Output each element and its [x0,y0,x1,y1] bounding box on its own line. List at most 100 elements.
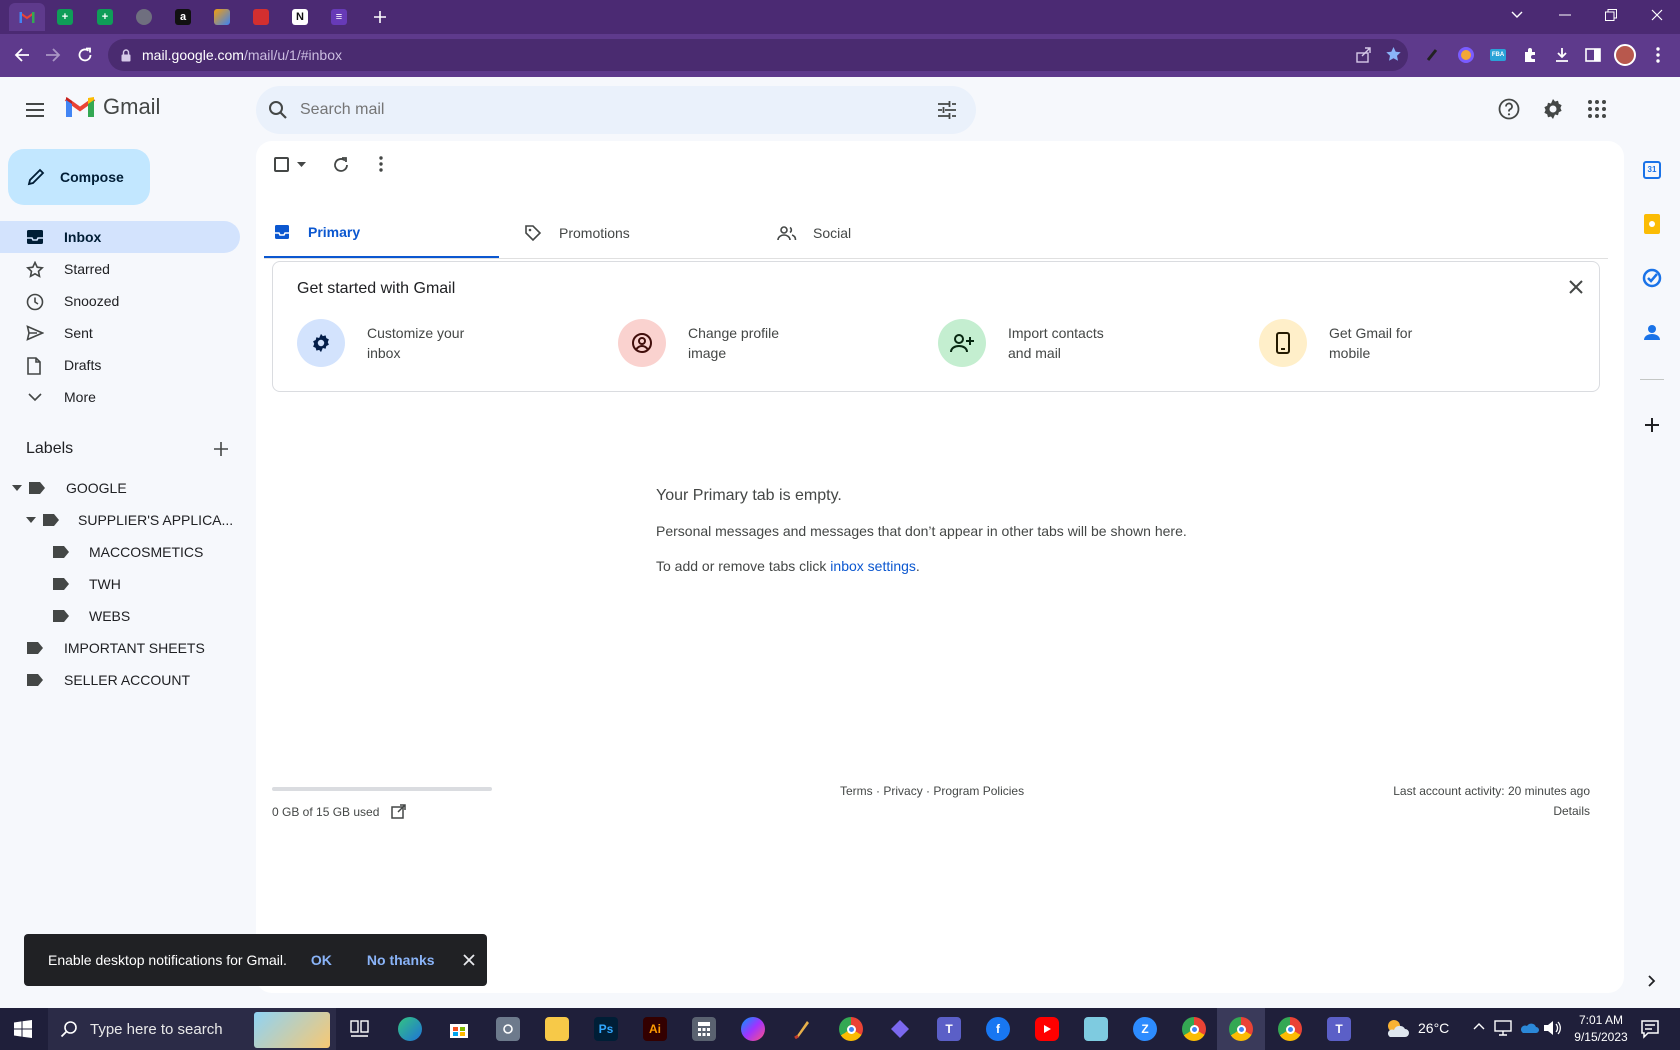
tab-amazon[interactable]: a [165,3,201,31]
side-panel-icon[interactable] [1581,43,1605,67]
caret-down-icon[interactable] [12,485,22,491]
reload-button[interactable] [70,40,100,70]
bookmark-star-icon[interactable] [1385,46,1402,63]
dismiss-get-started-button[interactable] [1568,279,1584,295]
facebook-icon[interactable]: f [986,1017,1010,1041]
close-window-button[interactable] [1634,0,1680,30]
tab-forms[interactable]: ≡ [321,3,357,31]
messenger-icon[interactable] [741,1017,765,1041]
hide-side-panel-button[interactable] [1640,969,1664,993]
sidebar-item-drafts[interactable]: Drafts [0,349,240,381]
calendar-icon[interactable]: 31 [1640,158,1664,182]
back-button[interactable] [7,40,37,70]
inbox-settings-link[interactable]: inbox settings [830,558,916,574]
tasks-icon[interactable] [1640,266,1664,290]
refresh-button[interactable] [332,156,350,174]
photoshop-icon[interactable]: Ps [594,1017,618,1041]
share-icon[interactable] [1356,47,1372,63]
tab-app-2[interactable] [243,3,279,31]
notification-center-button[interactable] [1640,1019,1660,1039]
details-link[interactable]: Details [1486,804,1590,818]
support-button[interactable] [1497,97,1521,121]
compose-button[interactable]: Compose [8,149,150,205]
forward-button[interactable] [38,40,68,70]
sidebar-item-starred[interactable]: Starred [0,253,240,285]
select-all-checkbox[interactable] [274,157,289,172]
search-bar[interactable] [256,86,976,134]
caret-down-icon[interactable] [26,517,36,523]
calculator-icon[interactable] [692,1017,716,1041]
paint-icon[interactable] [790,1017,814,1041]
search-input[interactable] [300,98,860,122]
close-icon[interactable] [462,954,475,966]
chrome-icon[interactable] [1182,1017,1206,1041]
start-button[interactable] [14,1020,32,1038]
tab-promotions[interactable]: Promotions [516,207,751,259]
label-twh[interactable]: TWH [52,569,121,599]
keep-icon[interactable] [1640,212,1664,236]
browser-menu-icon[interactable] [1646,43,1670,67]
teams-icon[interactable]: T [1327,1017,1351,1041]
chrome-icon[interactable] [839,1017,863,1041]
open-in-new-icon[interactable] [391,804,407,819]
label-important-sheets[interactable]: IMPORTANT SHEETS [26,633,205,663]
camera-icon[interactable] [496,1017,520,1041]
sidebar-item-inbox[interactable]: Inbox [0,221,240,253]
weather-widget[interactable]: 26°C [1384,1017,1449,1039]
snackbar-ok-button[interactable]: OK [311,952,332,968]
edge-icon[interactable] [398,1017,422,1041]
program-policies-link[interactable]: Program Policies [933,784,1024,798]
network-icon[interactable] [1494,1020,1512,1036]
notepad-icon[interactable] [1084,1017,1108,1041]
chrome-icon[interactable] [1229,1017,1253,1041]
extension-circle-icon[interactable] [1454,43,1478,67]
taskbar-clock[interactable]: 7:01 AM 9/15/2023 [1567,1012,1635,1046]
tab-app-1[interactable] [204,3,240,31]
explorer-icon[interactable] [545,1017,569,1041]
browser-profile-avatar[interactable] [1613,43,1637,67]
tab-search-button[interactable] [1494,0,1540,30]
zoom-icon[interactable]: Z [1133,1017,1157,1041]
privacy-link[interactable]: Privacy [883,784,922,798]
change-profile-image-item[interactable]: Change profile image [618,318,838,368]
more-actions-button[interactable] [379,156,383,172]
get-addons-button[interactable] [1640,413,1664,437]
tab-gmail[interactable] [9,3,45,31]
label-webs[interactable]: WEBS [52,601,130,631]
gmail-mobile-item[interactable]: Get Gmail for mobile [1259,318,1479,368]
address-bar[interactable]: mail.google.com/mail/u/1/#inbox [108,39,1408,71]
search-icon[interactable] [268,100,288,120]
taskbar-search[interactable]: Type here to search [48,1008,336,1050]
sidebar-item-snoozed[interactable]: Snoozed [0,285,240,317]
search-options-icon[interactable] [937,100,957,120]
tab-sheets-1[interactable]: + [47,3,83,31]
sidebar-item-sent[interactable]: Sent [0,317,240,349]
caret-down-icon[interactable] [297,162,306,167]
tab-sheets-2[interactable]: + [87,3,123,31]
tab-primary[interactable]: Primary [264,207,499,259]
extensions-puzzle-icon[interactable] [1518,43,1542,67]
label-maccosmetics[interactable]: MACCOSMETICS [52,537,203,567]
show-hidden-icons-button[interactable] [1473,1022,1485,1030]
extension-play-icon[interactable] [1420,43,1444,67]
tab-globe[interactable] [126,3,162,31]
onedrive-icon[interactable] [1519,1021,1539,1034]
google-apps-button[interactable] [1585,97,1609,121]
label-seller-account[interactable]: SELLER ACCOUNT [26,665,190,695]
tab-social[interactable]: Social [769,207,1004,259]
contacts-icon[interactable] [1640,320,1664,344]
chrome-icon[interactable] [1278,1017,1302,1041]
create-label-button[interactable] [213,441,229,457]
customize-inbox-item[interactable]: Customize your inbox [297,318,517,368]
tab-app-3[interactable]: N [282,3,318,31]
restore-button[interactable] [1588,0,1634,30]
minimize-button[interactable] [1542,0,1588,30]
youtube-icon[interactable] [1035,1017,1059,1041]
import-contacts-item[interactable]: Import contacts and mail [938,318,1158,368]
terms-link[interactable]: Terms [840,784,873,798]
label-supplier[interactable]: SUPPLIER'S APPLICA... [26,505,233,535]
extension-fba-icon[interactable]: FBA [1486,43,1510,67]
select-all-control[interactable] [274,157,306,172]
new-tab-button[interactable] [362,3,398,31]
illustrator-icon[interactable]: Ai [643,1017,667,1041]
